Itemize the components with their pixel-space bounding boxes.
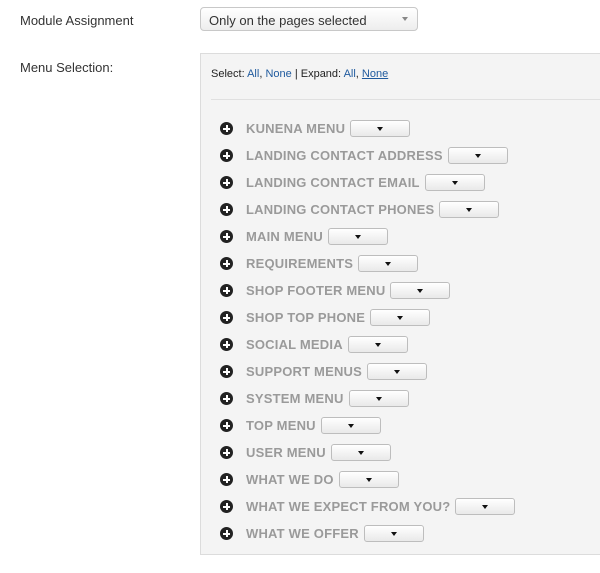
- menu-item-row: KUNENA MENU: [220, 115, 515, 142]
- plus-circle-icon[interactable]: [220, 446, 233, 459]
- menu-item-dropdown[interactable]: [390, 282, 451, 299]
- menu-item-dropdown[interactable]: [424, 174, 485, 191]
- caret-down-icon: [374, 343, 381, 347]
- select-label: Select:: [211, 68, 245, 80]
- expand-all-link[interactable]: All: [344, 68, 356, 80]
- menu-item-label[interactable]: LANDING CONTACT PHONES: [246, 202, 434, 217]
- caret-down-icon: [474, 154, 481, 158]
- caret-down-icon: [385, 262, 392, 266]
- menu-item-row: SHOP TOP PHONE: [220, 304, 515, 331]
- menu-item-row: WHAT WE DO: [220, 466, 515, 493]
- plus-circle-icon[interactable]: [220, 176, 233, 189]
- menu-item-row: SHOP FOOTER MENU: [220, 277, 515, 304]
- menu-item-row: SYSTEM MENU: [220, 385, 515, 412]
- plus-circle-icon[interactable]: [220, 419, 233, 432]
- caret-down-icon: [377, 127, 384, 131]
- menu-item-label[interactable]: SHOP FOOTER MENU: [246, 283, 385, 298]
- selection-toolbar: Select: All, None | Expand: All, None: [211, 68, 389, 80]
- caret-down-icon: [397, 316, 404, 320]
- menu-item-label[interactable]: LANDING CONTACT ADDRESS: [246, 148, 443, 163]
- menu-item-label[interactable]: TOP MENU: [246, 418, 316, 433]
- menu-item-row: REQUIREMENTS: [220, 250, 515, 277]
- select-all-link[interactable]: All: [247, 68, 259, 80]
- plus-circle-icon[interactable]: [220, 527, 233, 540]
- caret-down-icon: [357, 451, 364, 455]
- caret-down-icon: [365, 478, 372, 482]
- menu-item-dropdown[interactable]: [358, 255, 419, 272]
- module-assignment-label: Module Assignment: [20, 13, 134, 28]
- menu-item-label[interactable]: KUNENA MENU: [246, 121, 345, 136]
- plus-circle-icon[interactable]: [220, 500, 233, 513]
- caret-down-icon: [482, 505, 489, 509]
- menu-item-dropdown[interactable]: [347, 336, 408, 353]
- menu-item-dropdown[interactable]: [367, 363, 428, 380]
- menu-item-dropdown[interactable]: [327, 228, 388, 245]
- menu-selection-label: Menu Selection:: [20, 60, 114, 75]
- menu-item-label[interactable]: LANDING CONTACT EMAIL: [246, 175, 420, 190]
- caret-down-icon: [347, 424, 354, 428]
- menu-item-dropdown[interactable]: [350, 120, 411, 137]
- caret-down-icon: [390, 532, 397, 536]
- module-assignment-select[interactable]: Only on the pages selected: [200, 7, 418, 31]
- menu-item-dropdown[interactable]: [439, 201, 500, 218]
- caret-down-icon: [375, 397, 382, 401]
- menu-item-row: WHAT WE EXPECT FROM YOU?: [220, 493, 516, 520]
- menu-item-dropdown[interactable]: [330, 444, 391, 461]
- plus-circle-icon[interactable]: [220, 311, 233, 324]
- menu-item-row: LANDING CONTACT EMAIL: [220, 169, 515, 196]
- plus-circle-icon[interactable]: [220, 122, 233, 135]
- plus-circle-icon[interactable]: [220, 257, 233, 270]
- menu-item-row: MAIN MENU: [220, 223, 515, 250]
- menu-item-label[interactable]: WHAT WE DO: [246, 472, 334, 487]
- toolbar-divider: [211, 99, 600, 100]
- plus-circle-icon[interactable]: [220, 338, 233, 351]
- menu-item-row: USER MENU: [220, 439, 515, 466]
- menu-selection-panel: Select: All, None | Expand: All, None KU…: [200, 53, 600, 555]
- menu-item-label[interactable]: SYSTEM MENU: [246, 391, 344, 406]
- menu-item-dropdown[interactable]: [455, 498, 516, 515]
- plus-circle-icon[interactable]: [220, 230, 233, 243]
- menu-item-label[interactable]: MAIN MENU: [246, 229, 323, 244]
- menu-item-label[interactable]: REQUIREMENTS: [246, 256, 353, 271]
- expand-none-link[interactable]: None: [362, 68, 388, 80]
- caret-down-icon: [466, 208, 473, 212]
- module-assignment-value: Only on the pages selected: [209, 13, 367, 28]
- menu-item-dropdown[interactable]: [447, 147, 508, 164]
- menu-item-dropdown[interactable]: [348, 390, 409, 407]
- menu-item-row: WHAT WE OFFER: [220, 520, 515, 547]
- menu-item-label[interactable]: SHOP TOP PHONE: [246, 310, 365, 325]
- menu-item-row: SUPPORT MENUS: [220, 358, 515, 385]
- caret-down-icon: [451, 181, 458, 185]
- menu-item-label[interactable]: WHAT WE OFFER: [246, 526, 359, 541]
- plus-circle-icon[interactable]: [220, 392, 233, 405]
- menu-item-row: SOCIAL MEDIA: [220, 331, 515, 358]
- menu-item-label[interactable]: WHAT WE EXPECT FROM YOU?: [246, 499, 450, 514]
- menu-item-dropdown[interactable]: [338, 471, 399, 488]
- menu-list: KUNENA MENU LANDING CONTACT ADDRESS LANDIN…: [220, 115, 516, 547]
- caret-down-icon: [417, 289, 424, 293]
- plus-circle-icon[interactable]: [220, 284, 233, 297]
- menu-item-dropdown[interactable]: [363, 525, 424, 542]
- menu-item-row: TOP MENU: [220, 412, 515, 439]
- plus-circle-icon[interactable]: [220, 149, 233, 162]
- select-none-link[interactable]: None: [265, 68, 291, 80]
- menu-item-label[interactable]: USER MENU: [246, 445, 326, 460]
- menu-item-label[interactable]: SOCIAL MEDIA: [246, 337, 343, 352]
- menu-item-row: LANDING CONTACT ADDRESS: [220, 142, 515, 169]
- expand-label: Expand:: [300, 68, 342, 80]
- plus-circle-icon[interactable]: [220, 203, 233, 216]
- chevron-down-icon: [402, 17, 408, 21]
- menu-item-dropdown[interactable]: [370, 309, 431, 326]
- menu-item-row: LANDING CONTACT PHONES: [220, 196, 515, 223]
- menu-item-label[interactable]: SUPPORT MENUS: [246, 364, 362, 379]
- plus-circle-icon[interactable]: [220, 473, 233, 486]
- menu-item-dropdown[interactable]: [320, 417, 381, 434]
- toolbar-separator: |: [294, 68, 298, 80]
- caret-down-icon: [354, 235, 361, 239]
- caret-down-icon: [394, 370, 401, 374]
- plus-circle-icon[interactable]: [220, 365, 233, 378]
